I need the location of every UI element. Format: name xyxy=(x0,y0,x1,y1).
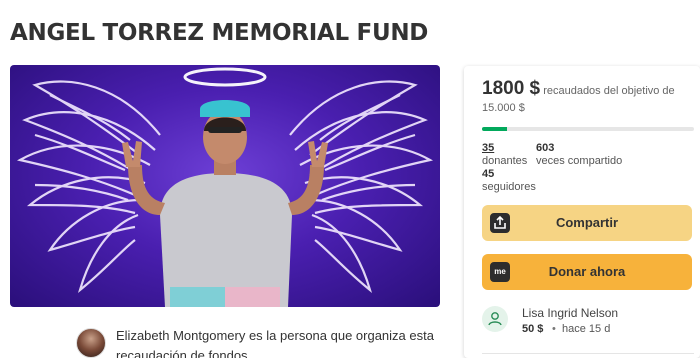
divider xyxy=(482,353,694,354)
shares-stat: 603 veces compartido xyxy=(536,142,622,168)
donors-stat[interactable]: 35 donantes xyxy=(482,142,527,168)
donation-amount: 50 $ xyxy=(522,323,544,335)
raised-amount: 1800 $ xyxy=(482,78,541,99)
campaign-hero-image[interactable] xyxy=(10,65,440,307)
followers-count: 45 xyxy=(482,168,495,180)
donors-count[interactable]: 35 xyxy=(482,142,527,155)
share-button-label: Compartir xyxy=(555,215,619,230)
angel-wings-photo xyxy=(16,67,434,307)
donation-time: hace 15 d xyxy=(562,323,611,335)
organizer-avatar[interactable] xyxy=(76,328,106,358)
page-title: ANGEL TORREZ MEMORIAL FUND xyxy=(10,20,429,46)
funding-summary: 1800 $ recaudados del objetivo de 15.000… xyxy=(482,78,692,117)
share-button[interactable]: Compartir xyxy=(482,205,692,241)
recent-donation: Lisa Ingrid Nelson 50 $ • hace 15 d xyxy=(482,304,692,344)
shares-label: veces compartido xyxy=(536,155,623,167)
donate-now-button[interactable]: me Donar ahora xyxy=(482,254,692,290)
funding-progress-bar xyxy=(482,127,694,131)
donors-label: donantes xyxy=(482,155,528,167)
organizer-info: Elizabeth Montgomery es la persona que o… xyxy=(76,322,446,358)
funding-progress-fill xyxy=(482,127,508,131)
donation-sidebar-card: 1800 $ recaudados del objetivo de 15.000… xyxy=(464,66,700,358)
followers-stat: 45 seguidores xyxy=(482,168,536,194)
organizer-text: Elizabeth Montgomery es la persona que o… xyxy=(116,328,434,358)
donor-heart-hand-icon xyxy=(482,306,508,332)
donor-name: Lisa Ingrid Nelson xyxy=(522,306,619,320)
separator-dot: • xyxy=(552,323,556,335)
donate-button-label: Donar ahora xyxy=(548,264,626,279)
followers-label: seguidores xyxy=(482,181,536,193)
shares-count: 603 xyxy=(536,142,555,154)
